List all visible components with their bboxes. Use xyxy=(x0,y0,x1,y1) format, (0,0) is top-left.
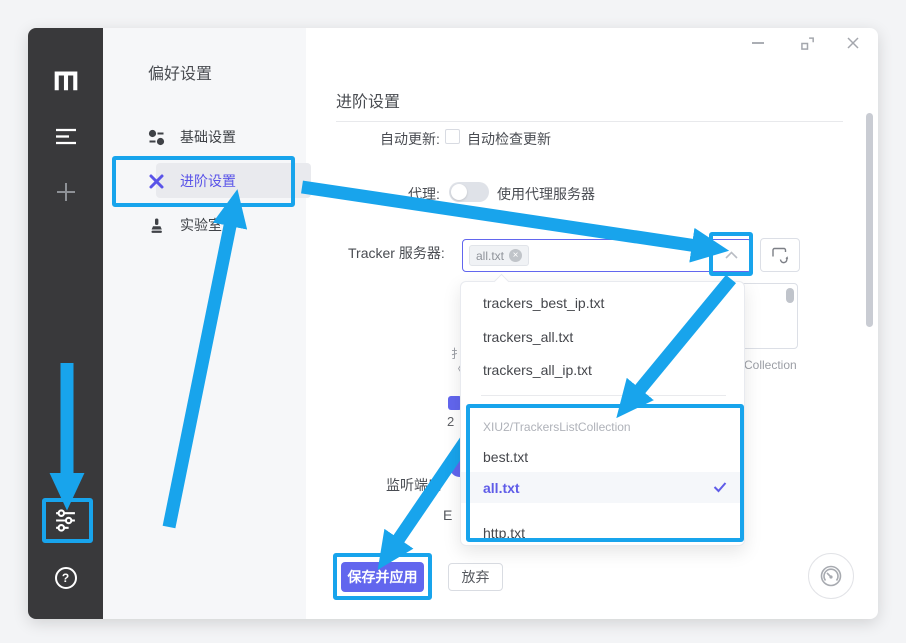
dropdown-divider xyxy=(481,395,726,396)
sync-tracker-icon xyxy=(771,246,790,264)
motrix-logo xyxy=(28,67,103,98)
textarea-scrollbar-thumb[interactable] xyxy=(786,288,794,303)
sync-tracker-button[interactable] xyxy=(760,238,800,272)
title-divider xyxy=(336,121,843,122)
tracker-tag: all.txt × xyxy=(469,245,529,266)
preferences-panel: 偏好设置 基础设置 进阶设置 实验室 xyxy=(103,28,306,619)
listen-port-label: 监听端口 xyxy=(386,475,442,495)
annotation-box-advanced-settings xyxy=(112,156,295,207)
auto-update-label: 自动更新: xyxy=(380,129,440,149)
proxy-toggle[interactable] xyxy=(449,182,489,202)
tracker-label: Tracker 服务器: xyxy=(348,243,445,263)
auto-check-update-text: 自动检查更新 xyxy=(467,129,551,149)
help-glyph: ? xyxy=(57,571,75,585)
annotation-box-chevron xyxy=(709,232,753,276)
app-window: ? 偏好设置 基础设置 进阶设置 实验室 进阶设置 自动更新: 自动检查更 xyxy=(28,28,878,619)
dropdown-item[interactable]: trackers_all_ip.txt xyxy=(483,362,592,378)
tag-text: all.txt xyxy=(476,249,504,263)
help-icon[interactable]: ? xyxy=(28,567,103,594)
minimize-button[interactable] xyxy=(747,32,769,54)
sidebar-item-lab[interactable]: 实验室 xyxy=(148,215,222,235)
hint-fragment-right: Collection xyxy=(744,358,797,372)
proxy-label: 代理: xyxy=(408,184,440,204)
page-title: 进阶设置 xyxy=(336,88,400,112)
close-button[interactable] xyxy=(842,32,864,54)
auto-check-update-checkbox[interactable] xyxy=(445,129,460,144)
close-icon xyxy=(846,36,860,50)
menu-label: 实验室 xyxy=(180,215,222,235)
letter-fragment: E xyxy=(443,507,452,523)
toggle-knob xyxy=(451,184,467,200)
annotation-box-dropdown-group xyxy=(466,404,744,542)
discard-button-label: 放弃 xyxy=(462,567,490,587)
speed-limit-button[interactable] xyxy=(808,553,854,599)
number-fragment: 2 xyxy=(447,414,454,429)
minimize-icon xyxy=(752,42,764,44)
lab-icon xyxy=(148,217,165,234)
speedometer-icon xyxy=(818,563,844,589)
annotation-box-save xyxy=(333,553,432,600)
dropdown-item[interactable]: trackers_all.txt xyxy=(483,329,573,345)
maximize-icon xyxy=(800,36,815,51)
task-list-icon[interactable] xyxy=(28,128,103,150)
dropdown-item[interactable]: trackers_best_ip.txt xyxy=(483,295,604,311)
main-scrollbar-thumb[interactable] xyxy=(866,113,873,327)
maximize-button[interactable] xyxy=(796,32,818,54)
basic-settings-icon xyxy=(148,129,165,146)
proxy-text: 使用代理服务器 xyxy=(497,184,595,204)
annotation-box-sidebar-settings xyxy=(42,498,93,543)
menu-label: 基础设置 xyxy=(180,127,236,147)
discard-button[interactable]: 放弃 xyxy=(448,563,503,591)
tag-close-icon[interactable]: × xyxy=(509,249,522,262)
sidebar-item-basic-settings[interactable]: 基础设置 xyxy=(148,127,236,147)
preferences-title: 偏好设置 xyxy=(148,60,212,84)
add-task-icon[interactable] xyxy=(28,180,103,209)
